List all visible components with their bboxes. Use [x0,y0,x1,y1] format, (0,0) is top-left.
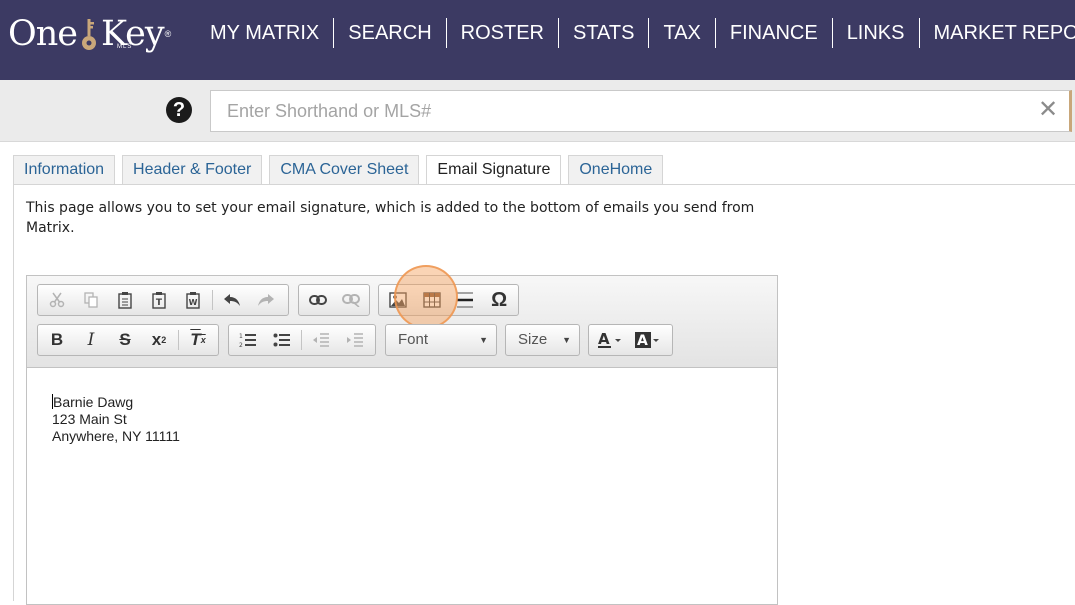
nav-finance[interactable]: FINANCE [716,18,833,48]
signature-editor: T W [26,275,778,605]
increase-indent-icon[interactable] [338,326,372,354]
editor-content[interactable]: Barnie Dawg 123 Main St Anywhere, NY 111… [52,394,180,445]
italic-icon[interactable]: I [74,326,108,354]
bulleted-list-icon[interactable] [265,326,299,354]
top-header: One Key ® MLS MY MATRIX SEARCH ROSTER ST… [0,0,1075,80]
signature-name: Barnie Dawg [53,394,133,410]
logo-text-one: One [8,14,77,54]
clipboard-group: T W [37,284,289,316]
paste-word-icon[interactable]: W [176,286,210,314]
cut-icon[interactable] [40,286,74,314]
size-dropdown[interactable]: Size ▼ [505,324,580,356]
chevron-down-icon: ▼ [479,325,488,355]
nav-market-reports[interactable]: MARKET REPORTS [920,18,1075,48]
tab-onehome[interactable]: OneHome [568,155,663,184]
editor-toolbar: T W [27,276,777,368]
tab-header-footer[interactable]: Header & Footer [122,155,262,184]
onekey-logo[interactable]: One Key ® [8,12,171,56]
logo-sub: MLS [117,44,132,50]
toolbar-separator [178,330,179,350]
paste-text-icon[interactable]: T [142,286,176,314]
content-border [13,184,14,601]
strikethrough-icon[interactable]: S [108,326,142,354]
remove-format-icon[interactable]: Tx [181,326,215,354]
toolbar-separator [301,330,302,350]
size-dropdown-label: Size [518,331,547,348]
svg-text:W: W [189,298,198,307]
svg-text:A: A [598,331,610,348]
color-group: A A [588,324,673,356]
chevron-down-icon: ▼ [562,325,571,355]
background-color-icon[interactable]: A [629,326,667,354]
copy-icon[interactable] [74,286,108,314]
horizontal-rule-icon[interactable] [449,286,483,314]
nav-stats[interactable]: STATS [559,18,649,48]
signature-line: Anywhere, NY 11111 [52,428,180,445]
special-character-icon[interactable]: Ω [482,286,516,314]
list-group: 12 [228,324,376,356]
page-description: This page allows you to set your email s… [26,198,766,238]
tab-information[interactable]: Information [13,155,115,184]
redo-icon[interactable] [249,286,283,314]
nav-links[interactable]: LINKS [833,18,920,48]
nav-tax[interactable]: TAX [649,18,715,48]
insert-group: Ω [378,284,519,316]
logo-trademark: ® [165,29,172,39]
tab-cma-cover-sheet[interactable]: CMA Cover Sheet [269,155,419,184]
settings-tabs: Information Header & Footer CMA Cover Sh… [13,155,670,185]
tab-divider [13,184,1075,185]
main-nav: MY MATRIX SEARCH ROSTER STATS TAX FINANC… [196,18,1075,48]
decrease-indent-icon[interactable] [304,326,338,354]
numbered-list-icon[interactable]: 12 [231,326,265,354]
font-dropdown[interactable]: Font ▼ [385,324,497,356]
superscript-icon[interactable]: x2 [142,326,176,354]
svg-text:2: 2 [239,342,243,348]
svg-text:1: 1 [239,333,243,340]
image-icon[interactable] [381,286,415,314]
nav-search[interactable]: SEARCH [334,18,446,48]
shorthand-search-input[interactable] [210,90,1072,132]
tab-email-signature[interactable]: Email Signature [426,155,561,185]
paste-icon[interactable] [108,286,142,314]
svg-text:A: A [637,333,648,349]
unlink-icon[interactable] [334,286,367,314]
signature-line: 123 Main St [52,411,180,428]
toolbar-separator [212,290,213,310]
undo-icon[interactable] [215,286,249,314]
link-icon[interactable] [301,286,334,314]
signature-line: Barnie Dawg [52,394,180,411]
nav-my-matrix[interactable]: MY MATRIX [196,18,334,48]
text-color-icon[interactable]: A [591,326,629,354]
link-group [298,284,370,316]
search-bar: ? ✕ [0,80,1075,142]
bold-icon[interactable]: B [40,326,74,354]
table-icon[interactable] [415,286,449,314]
key-icon [78,16,100,52]
clear-icon[interactable]: ✕ [1036,98,1060,122]
nav-roster[interactable]: ROSTER [447,18,559,48]
font-dropdown-label: Font [398,331,428,348]
basic-styles-group: B I S x2 Tx [37,324,219,356]
svg-text:T: T [156,298,163,308]
help-icon[interactable]: ? [166,97,192,123]
